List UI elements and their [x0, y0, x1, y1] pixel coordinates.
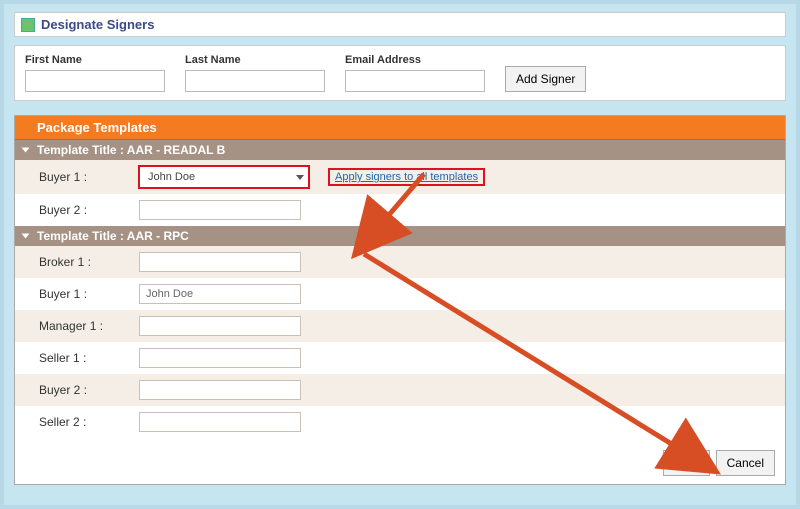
table-row: Broker 1 : — [15, 246, 785, 278]
table-row: Buyer 1 : John Doe Apply signers to all … — [15, 160, 785, 194]
titlebar: Designate Signers — [14, 12, 786, 37]
broker1-input[interactable] — [139, 252, 301, 272]
table-row: Buyer 2 : — [15, 194, 785, 226]
row-label: Buyer 2 : — [39, 203, 139, 217]
row-label: Manager 1 : — [39, 319, 139, 333]
row-label: Seller 2 : — [39, 415, 139, 429]
apply-signers-link[interactable]: Apply signers to all templates — [329, 169, 484, 185]
action-buttons: Next Cancel — [663, 450, 775, 476]
cancel-button[interactable]: Cancel — [716, 450, 775, 476]
row-label: Buyer 1 : — [39, 170, 139, 184]
table-row: Buyer 2 : — [15, 374, 785, 406]
table-row: Buyer 1 : — [15, 278, 785, 310]
add-signer-form: First Name Last Name Email Address Add S… — [14, 45, 786, 101]
manager1-input[interactable] — [139, 316, 301, 336]
template-title-1[interactable]: Template Title : AAR - RPC — [15, 226, 785, 246]
email-input[interactable] — [345, 70, 485, 92]
table-row: Seller 2 : — [15, 406, 785, 438]
buyer2-input[interactable] — [139, 200, 301, 220]
first-name-field: First Name — [25, 54, 165, 92]
package-templates-panel: Package Templates Template Title : AAR -… — [14, 115, 786, 485]
panel-header: Package Templates — [15, 116, 785, 140]
table-row: Seller 1 : — [15, 342, 785, 374]
buyer1-dropdown-wrap: John Doe — [139, 166, 309, 188]
seller2-input[interactable] — [139, 412, 301, 432]
next-button[interactable]: Next — [663, 450, 710, 476]
seller1-input[interactable] — [139, 348, 301, 368]
buyer1-dropdown[interactable]: John Doe — [139, 166, 309, 188]
buyer1b-input[interactable] — [139, 284, 301, 304]
window-title: Designate Signers — [41, 17, 154, 32]
first-name-label: First Name — [25, 54, 165, 66]
designate-signers-window: Designate Signers First Name Last Name E… — [0, 0, 800, 509]
dropdown-value: John Doe — [148, 171, 195, 183]
first-name-input[interactable] — [25, 70, 165, 92]
email-label: Email Address — [345, 54, 485, 66]
row-label: Buyer 1 : — [39, 287, 139, 301]
row-label: Buyer 2 : — [39, 383, 139, 397]
add-signer-button[interactable]: Add Signer — [505, 66, 586, 92]
last-name-field: Last Name — [185, 54, 325, 92]
buyer2-input-wrap — [139, 200, 309, 220]
row-label: Seller 1 : — [39, 351, 139, 365]
last-name-input[interactable] — [185, 70, 325, 92]
chevron-down-icon — [296, 175, 304, 180]
template-title-0[interactable]: Template Title : AAR - READAL B — [15, 140, 785, 160]
table-row: Manager 1 : — [15, 310, 785, 342]
row-label: Broker 1 : — [39, 255, 139, 269]
buyer2b-input[interactable] — [139, 380, 301, 400]
last-name-label: Last Name — [185, 54, 325, 66]
email-field: Email Address — [345, 54, 485, 92]
app-icon — [21, 18, 35, 32]
